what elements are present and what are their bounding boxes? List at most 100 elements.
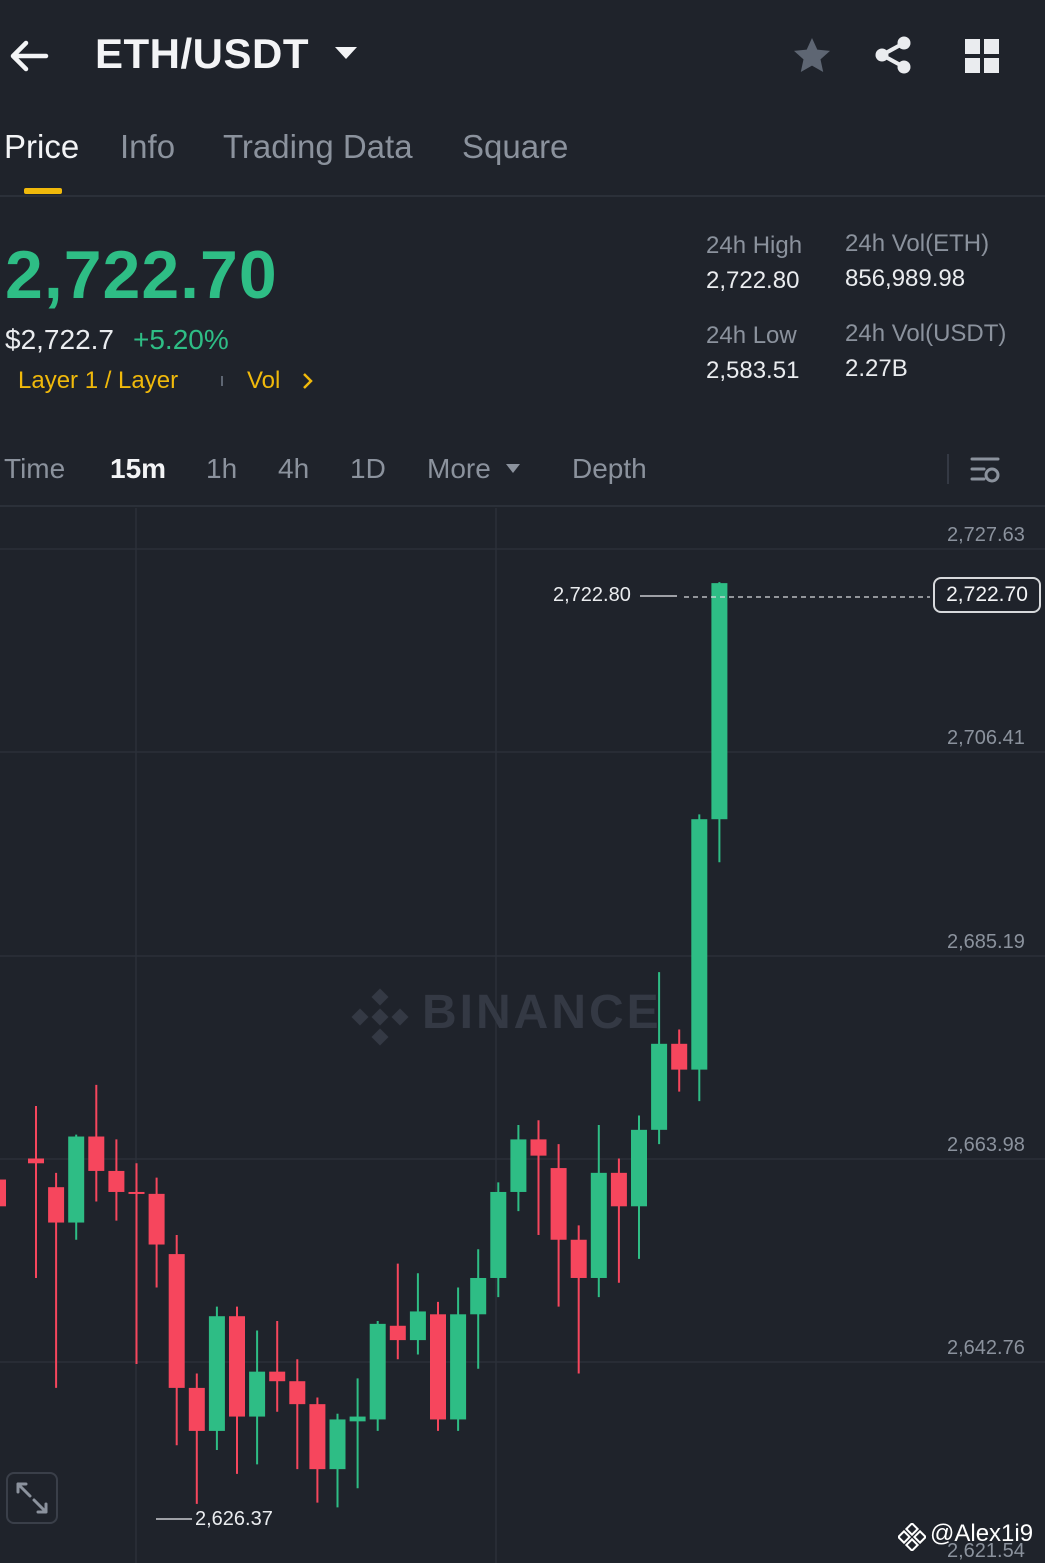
candle <box>108 1139 125 1221</box>
candle-body <box>711 583 728 820</box>
candle <box>470 1249 487 1369</box>
candle-body <box>88 1136 105 1171</box>
expand-icon <box>16 1482 48 1514</box>
candle <box>671 1029 688 1092</box>
candle-body <box>530 1139 547 1156</box>
candle-body <box>430 1314 446 1420</box>
candle <box>631 1115 647 1259</box>
back-button[interactable] <box>8 38 50 74</box>
candle-body <box>208 1316 225 1431</box>
more-caret-icon <box>505 462 521 480</box>
candle <box>88 1084 105 1202</box>
candle <box>48 1172 65 1388</box>
high-label: 24h High <box>706 232 803 259</box>
tf-more[interactable]: More <box>427 453 491 485</box>
candle-body <box>289 1381 306 1405</box>
candle-body <box>148 1193 165 1245</box>
y-tick-label: 2,642.76 <box>947 1337 1025 1359</box>
candle <box>148 1177 165 1288</box>
vol-eth-value: 856,989.98 <box>845 265 966 292</box>
candle <box>168 1234 185 1446</box>
vol-link[interactable]: Vol <box>247 367 280 395</box>
category-tag[interactable]: Layer 1 / Layer <box>18 367 178 395</box>
candle <box>530 1120 547 1235</box>
candle-body <box>490 1191 507 1278</box>
grid-icon[interactable] <box>964 38 1000 79</box>
tf-1d[interactable]: 1D <box>350 453 386 485</box>
candle-body <box>249 1371 266 1417</box>
candle-body <box>691 819 708 1070</box>
share-icon[interactable] <box>873 35 913 80</box>
tf-1h[interactable]: 1h <box>206 453 237 485</box>
back-arrow-icon <box>10 40 49 72</box>
candle <box>590 1125 607 1298</box>
vol-eth-label: 24h Vol(ETH) <box>845 230 990 257</box>
candle-body <box>28 1158 44 1164</box>
candle <box>430 1301 446 1431</box>
candle <box>128 1163 145 1365</box>
tab-square[interactable]: Square <box>462 128 568 166</box>
high-value: 2,722.80 <box>706 267 800 294</box>
pair-title[interactable]: ETH/USDT <box>95 30 309 78</box>
candle-body <box>349 1416 366 1422</box>
binance-small-logo-icon <box>896 1521 928 1556</box>
tf-time[interactable]: Time <box>4 453 65 485</box>
tf-15m[interactable]: 15m <box>110 453 166 485</box>
fullscreen-button[interactable] <box>6 1472 58 1524</box>
candle-body <box>409 1311 426 1341</box>
candle <box>369 1320 386 1431</box>
tf-depth[interactable]: Depth <box>572 453 647 485</box>
max-price-label: 2,722.80 <box>553 584 631 606</box>
candle <box>610 1158 627 1283</box>
chevron-right-icon[interactable] <box>302 372 314 395</box>
candle-body <box>631 1129 647 1207</box>
candle-body <box>510 1139 527 1192</box>
candle-body <box>309 1404 326 1470</box>
star-icon[interactable] <box>792 36 832 81</box>
candle-body <box>550 1168 567 1240</box>
candle-body <box>329 1419 346 1470</box>
candle <box>550 1144 567 1307</box>
candle-body <box>570 1239 587 1278</box>
candle <box>389 1263 406 1360</box>
candle <box>309 1397 326 1503</box>
candle-body <box>128 1191 145 1194</box>
vol-usdt-label: 24h Vol(USDT) <box>845 320 1007 347</box>
candle <box>450 1287 467 1431</box>
tab-price[interactable]: Price <box>4 128 79 166</box>
candle-body <box>470 1277 487 1315</box>
candle-body <box>188 1387 205 1431</box>
chart-settings-icon[interactable] <box>970 453 1002 490</box>
candle-body <box>269 1371 286 1382</box>
user-handle: @Alex1i9 <box>930 1520 1034 1547</box>
tf-4h[interactable]: 4h <box>278 453 309 485</box>
watermark-text: BINANCE <box>422 986 662 1039</box>
tab-trading-data[interactable]: Trading Data <box>223 128 413 166</box>
candle <box>490 1182 507 1298</box>
candle-body <box>590 1172 607 1278</box>
tag-divider <box>221 376 223 386</box>
caret-down-icon[interactable] <box>334 45 358 66</box>
candle-body <box>450 1314 467 1420</box>
y-tick-label: 2,663.98 <box>947 1134 1025 1156</box>
candle <box>691 814 708 1102</box>
tab-info[interactable]: Info <box>120 128 175 166</box>
candle-body <box>671 1043 688 1070</box>
candle-body <box>389 1325 406 1341</box>
candle-body <box>610 1172 627 1207</box>
candle <box>349 1378 366 1489</box>
candle <box>329 1413 346 1508</box>
toolbar-divider <box>947 454 949 484</box>
max-marker <box>640 595 930 598</box>
candle-body <box>369 1323 386 1420</box>
candle <box>510 1125 527 1212</box>
candle <box>409 1273 426 1355</box>
binance-logo-icon <box>350 987 410 1052</box>
candle <box>570 1225 587 1374</box>
candle <box>289 1359 306 1470</box>
vol-usdt-value: 2.27B <box>845 355 908 382</box>
candle-body <box>229 1316 245 1417</box>
candle-body <box>0 1179 6 1207</box>
candle <box>188 1373 205 1504</box>
y-tick-label: 2,706.41 <box>947 727 1025 749</box>
